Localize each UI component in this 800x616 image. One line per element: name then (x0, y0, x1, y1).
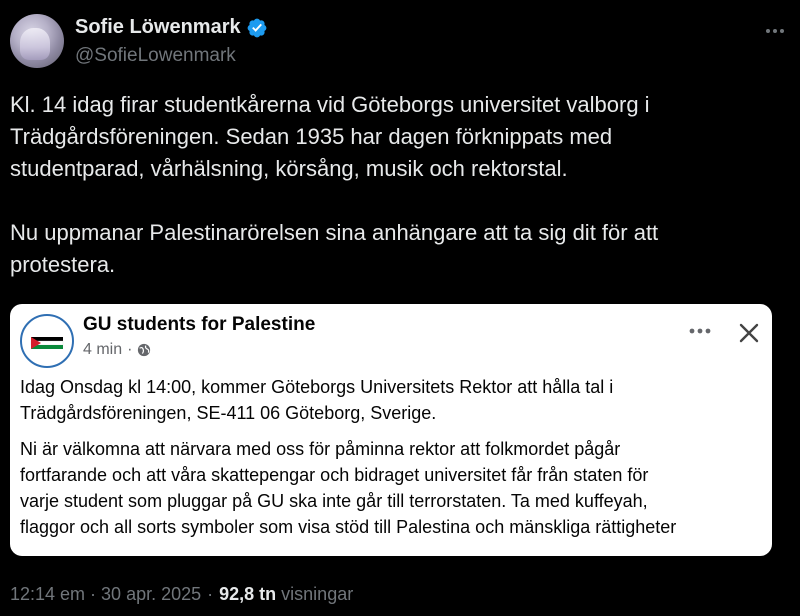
more-options-button[interactable] (762, 18, 788, 44)
globe-icon (138, 343, 151, 357)
more-horizontal-icon[interactable] (687, 321, 713, 341)
author-name-row: Sofie Löwenmark (75, 16, 268, 39)
tweet-timestamp[interactable]: 12:14 em · 30 apr. 2025 (10, 584, 201, 605)
views-count: 92,8 tn (219, 584, 277, 604)
palestine-flag-icon (30, 337, 64, 349)
close-icon[interactable] (737, 321, 761, 345)
post-paragraph: Idag Onsdag kl 14:00, kommer Göteborgs U… (20, 377, 614, 423)
tweet-header: Sofie Löwenmark @SofieLowenmark (10, 12, 790, 70)
meta-separator: · (127, 341, 133, 358)
page-avatar-logo (29, 323, 65, 359)
post-body: Idag Onsdag kl 14:00, kommer Göteborgs U… (20, 374, 768, 550)
post-time[interactable]: 4 min (83, 341, 122, 359)
tweet-text: Kl. 14 idag firar studentkårerna vid Göt… (10, 92, 659, 277)
embedded-post-screenshot[interactable]: GU students for Palestine 4 min · Idag O… (10, 304, 772, 556)
post-meta: 4 min · (83, 341, 151, 359)
author-avatar[interactable] (10, 14, 64, 68)
more-horizontal-icon (766, 29, 784, 33)
author-display-name[interactable]: Sofie Löwenmark (75, 16, 241, 39)
verified-badge-icon (247, 18, 267, 37)
footer-separator: · (207, 584, 214, 604)
post-paragraph: Ni är välkomna att närvara med oss för p… (20, 439, 677, 537)
page-name[interactable]: GU students for Palestine (83, 314, 315, 336)
views-label: visningar (281, 584, 354, 604)
page-avatar (20, 314, 74, 368)
tweet-footer: 12:14 em · 30 apr. 2025 · 92,8 tn visnin… (10, 584, 353, 605)
author-handle[interactable]: @SofieLowenmark (75, 45, 236, 67)
